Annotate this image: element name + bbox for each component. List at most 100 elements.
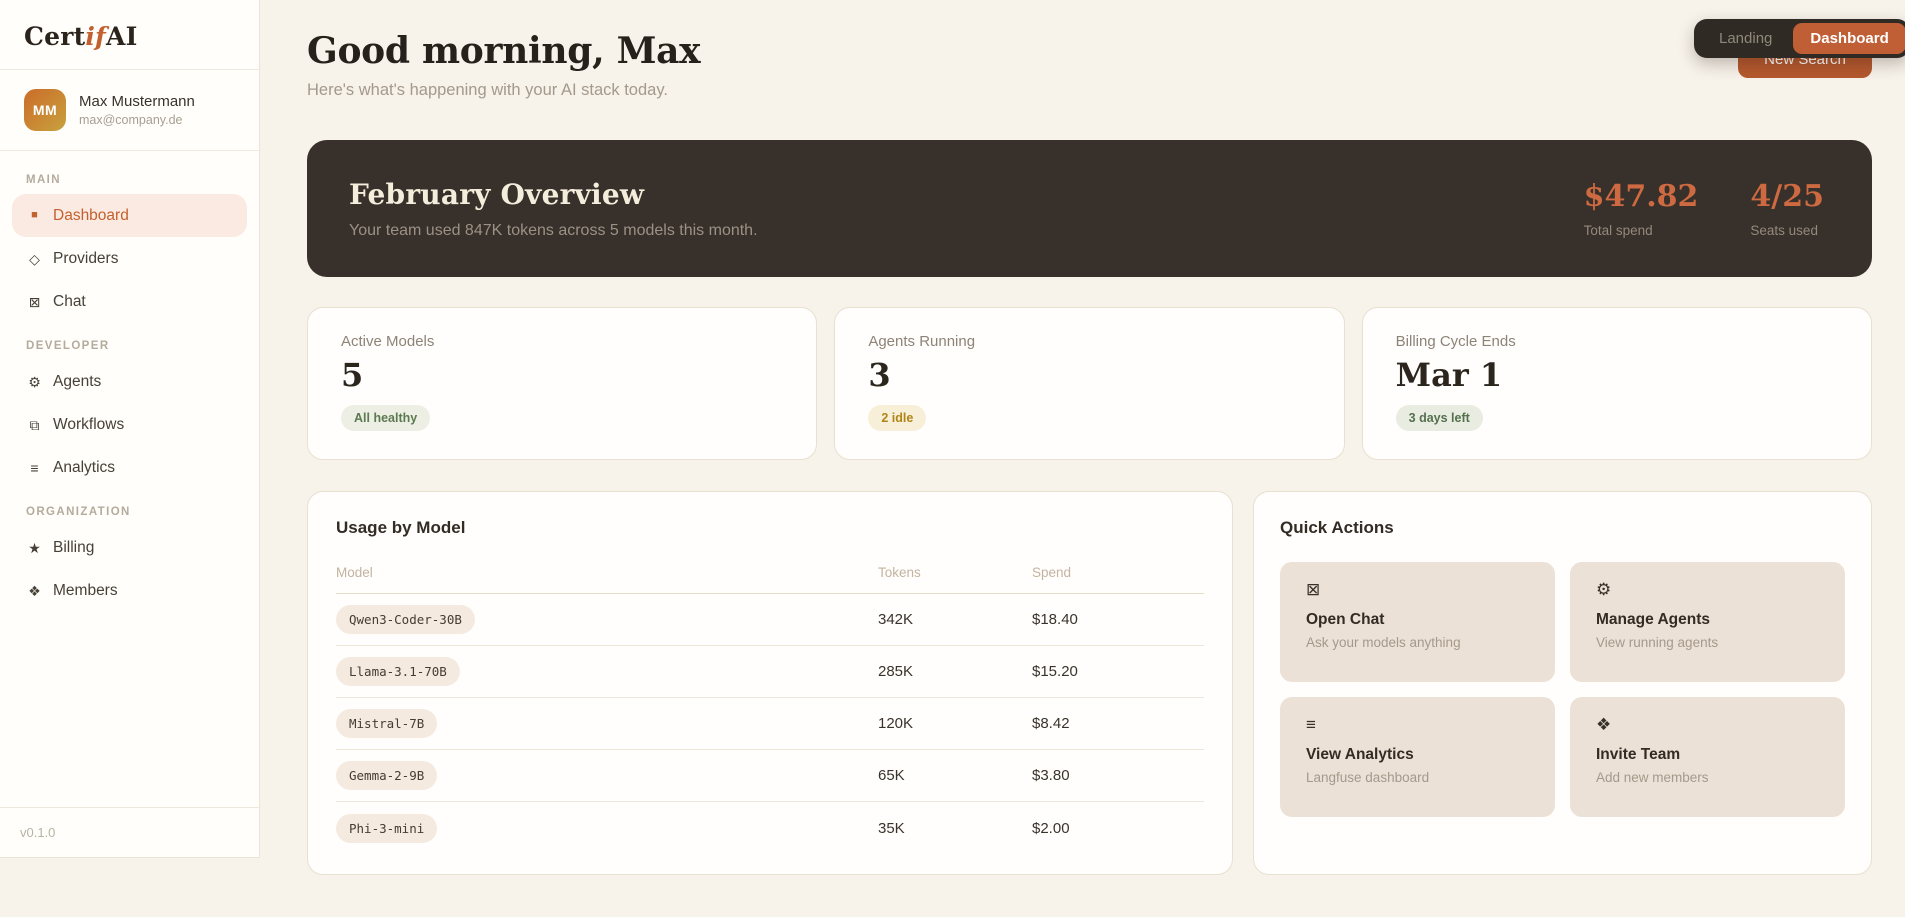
overlap-squares-icon: ⧉ — [29, 416, 40, 433]
status-badge: 2 idle — [868, 405, 927, 431]
page-title: Good morning, Max — [307, 30, 701, 72]
nav-section-main: MAIN — [26, 174, 61, 186]
model-name-pill: Qwen3-Coder-30B — [336, 605, 475, 634]
total-spend-value: $47.82 — [1583, 179, 1699, 214]
table-row: Gemma-2-9B 65K $3.80 — [336, 750, 1204, 802]
sidebar-item-label: Workflows — [53, 415, 125, 433]
overview-title: February Overview — [349, 177, 645, 211]
quick-action-subtitle: Add new members — [1596, 770, 1709, 785]
quick-action-open-chat[interactable]: ⊠ Open Chat Ask your models anything — [1280, 562, 1555, 682]
overview-card: February Overview Your team used 847K to… — [307, 140, 1872, 277]
usage-table-header: Model Tokens Spend — [336, 565, 1204, 594]
quick-action-subtitle: Langfuse dashboard — [1306, 770, 1430, 785]
dashboard-icon: ■ — [31, 209, 38, 221]
user-profile[interactable]: MM Max Mustermann max@company.de — [0, 70, 259, 151]
quick-action-manage-agents[interactable]: ⚙ Manage Agents View running agents — [1570, 562, 1845, 682]
quick-actions-grid: ⊠ Open Chat Ask your models anything ⚙ M… — [1280, 562, 1845, 817]
model-name-pill: Llama-3.1-70B — [336, 657, 460, 686]
spend-cell: $2.00 — [1032, 819, 1070, 837]
user-name: Max Mustermann — [79, 93, 195, 110]
tokens-cell: 342K — [878, 611, 914, 628]
seats-used-value: 4/25 — [1750, 179, 1824, 214]
overview-subtitle: Your team used 847K tokens across 5 mode… — [349, 221, 758, 239]
sidebar-item-analytics[interactable]: ≡ Analytics — [12, 446, 247, 489]
stat-value: 3 — [868, 356, 891, 394]
sidebar-item-label: Analytics — [53, 458, 116, 476]
sidebar-item-label: Billing — [53, 538, 95, 556]
logo-text-suffix: AI — [105, 22, 138, 51]
model-name-pill: Phi-3-mini — [336, 813, 438, 843]
lines-icon: ≡ — [30, 459, 39, 476]
tokens-cell: 285K — [878, 663, 914, 680]
app-version: v0.1.0 — [0, 807, 259, 857]
table-row: Phi-3-mini 35K $2.00 — [336, 802, 1204, 854]
sidebar-item-members[interactable]: ❖ Members — [12, 569, 247, 612]
column-header-tokens: Tokens — [878, 565, 921, 580]
spend-cell: $3.80 — [1032, 767, 1070, 784]
quick-actions-card: Quick Actions ⊠ Open Chat Ask your model… — [1253, 491, 1872, 875]
page-subtitle: Here's what's happening with your AI sta… — [307, 81, 668, 99]
quick-action-title: Open Chat — [1306, 611, 1385, 628]
sidebar-item-label: Members — [53, 581, 118, 599]
table-row: Qwen3-Coder-30B 342K $18.40 — [336, 594, 1204, 646]
stat-label: Agents Running — [868, 333, 976, 350]
diamond-icon: ◇ — [29, 250, 40, 267]
avatar: MM — [24, 89, 66, 131]
tokens-cell: 35K — [878, 819, 905, 837]
star-icon: ★ — [28, 539, 41, 556]
sidebar-item-providers[interactable]: ◇ Providers — [12, 237, 247, 280]
user-email: max@company.de — [79, 113, 183, 127]
lines-icon: ≡ — [1306, 715, 1316, 734]
diamonds-icon: ❖ — [28, 582, 41, 599]
stat-card-billing-cycle: Billing Cycle Ends Mar 1 3 days left — [1361, 307, 1872, 460]
total-spend-label: Total spend — [1583, 223, 1653, 238]
total-spend-stat: $47.82 Total spend — [1584, 179, 1699, 238]
logo-text-accent: if — [85, 22, 106, 51]
sidebar-item-billing[interactable]: ★ Billing — [12, 526, 247, 569]
stat-card-agents-running: Agents Running 3 2 idle — [834, 307, 1345, 460]
toggle-option-landing[interactable]: Landing — [1698, 23, 1793, 54]
gear-icon: ⚙ — [1596, 580, 1612, 599]
sidebar-item-dashboard[interactable]: ■ Dashboard — [12, 194, 247, 237]
quick-action-view-analytics[interactable]: ≡ View Analytics Langfuse dashboard — [1280, 697, 1555, 817]
sidebar-nav: MAIN ■ Dashboard ◇ Providers ⊠ Chat DEVE… — [0, 151, 259, 807]
sidebar-item-agents[interactable]: ⚙ Agents — [12, 360, 247, 403]
stat-card-active-models: Active Models 5 All healthy — [307, 307, 818, 460]
quick-action-invite-team[interactable]: ❖ Invite Team Add new members — [1570, 697, 1845, 817]
gear-icon: ⚙ — [28, 373, 41, 390]
quick-actions-title: Quick Actions — [1280, 518, 1394, 537]
sidebar-item-workflows[interactable]: ⧉ Workflows — [12, 403, 247, 446]
quick-action-subtitle: Ask your models anything — [1306, 635, 1461, 650]
logo-text-prefix: Cert — [24, 22, 86, 51]
quick-action-title: Invite Team — [1596, 746, 1681, 763]
overview-text: February Overview Your team used 847K to… — [349, 178, 758, 240]
usage-table-title: Usage by Model — [336, 518, 466, 537]
stat-cards-row: Active Models 5 All healthy Agents Runni… — [307, 307, 1872, 460]
spend-cell: $8.42 — [1032, 715, 1070, 732]
quick-action-subtitle: View running agents — [1596, 635, 1719, 650]
stat-value: Mar 1 — [1395, 356, 1503, 394]
spend-cell: $15.20 — [1032, 663, 1078, 680]
spend-cell: $18.40 — [1032, 611, 1078, 628]
user-meta: Max Mustermann max@company.de — [79, 93, 195, 127]
column-header-model: Model — [336, 565, 373, 580]
sidebar: CertifAI MM Max Mustermann max@company.d… — [0, 0, 260, 858]
status-badge: All healthy — [341, 405, 431, 431]
model-name-pill: Gemma-2-9B — [336, 761, 438, 790]
table-row: Mistral-7B 120K $8.42 — [336, 698, 1204, 750]
sidebar-item-label: Agents — [53, 372, 102, 390]
seats-used-label: Seats used — [1750, 223, 1818, 238]
sidebar-item-label: Providers — [53, 249, 119, 267]
model-name-pill: Mistral-7B — [336, 709, 438, 738]
status-badge: 3 days left — [1395, 405, 1483, 431]
stat-label: Billing Cycle Ends — [1395, 333, 1516, 350]
sidebar-item-label: Chat — [53, 292, 86, 310]
nav-section-organization: ORGANIZATION — [26, 506, 131, 518]
nav-section-developer: DEVELOPER — [26, 340, 110, 352]
usage-by-model-card: Usage by Model Model Tokens Spend Qwen3-… — [307, 491, 1233, 875]
sidebar-item-chat[interactable]: ⊠ Chat — [12, 280, 247, 323]
sidebar-item-label: Dashboard — [53, 206, 129, 224]
seats-used-stat: 4/25 Seats used — [1750, 179, 1824, 238]
toggle-option-dashboard[interactable]: Dashboard — [1793, 23, 1905, 54]
envelope-icon: ⊠ — [28, 293, 41, 310]
